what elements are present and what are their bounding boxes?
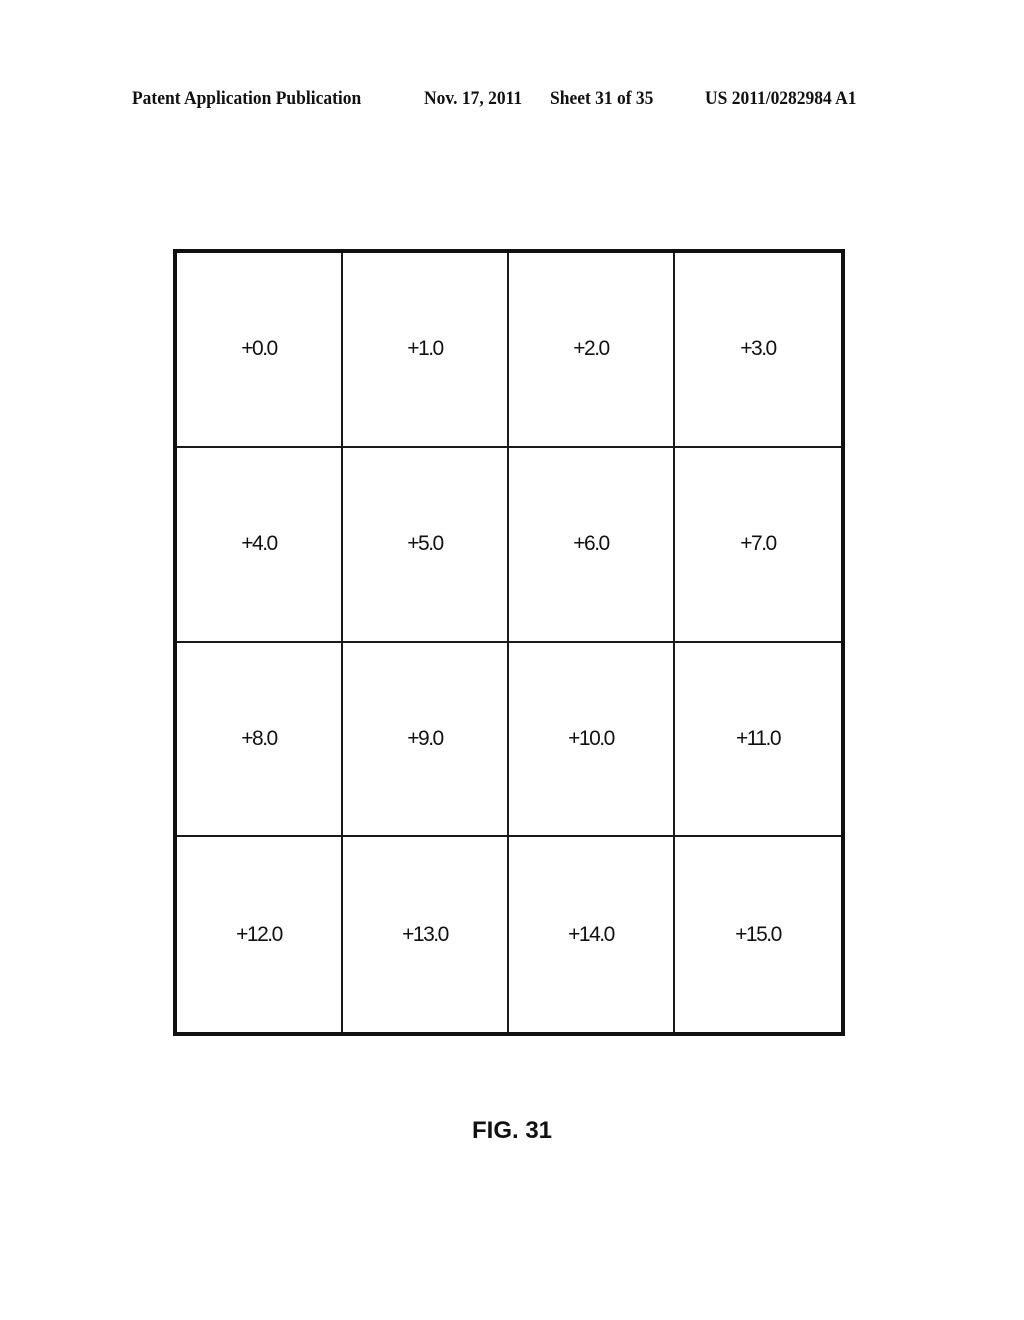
page-header: Patent Application Publication Nov. 17, … bbox=[0, 88, 1024, 114]
grid-cell: +0.0 bbox=[177, 253, 343, 448]
grid-cell: +1.0 bbox=[343, 253, 509, 448]
patent-number: US 2011/0282984 A1 bbox=[705, 88, 857, 109]
grid-cell: +9.0 bbox=[343, 642, 509, 838]
offset-grid: +0.0 +1.0 +2.0 +3.0 +4.0 +5.0 +6.0 +7.0 … bbox=[173, 249, 845, 1036]
grid-cell: +12.0 bbox=[177, 837, 343, 1032]
publication-label: Patent Application Publication bbox=[132, 88, 362, 109]
grid-cell: +2.0 bbox=[509, 253, 675, 448]
sheet-number: Sheet 31 of 35 bbox=[550, 88, 654, 109]
grid-cell: +6.0 bbox=[509, 447, 675, 643]
figure-caption: FIG. 31 bbox=[471, 1117, 553, 1144]
grid-cell: +14.0 bbox=[509, 837, 675, 1032]
grid-cell: +3.0 bbox=[675, 253, 841, 448]
grid-cell: +5.0 bbox=[343, 447, 509, 643]
grid-cell: +4.0 bbox=[177, 447, 343, 643]
publication-date: Nov. 17, 2011 bbox=[424, 88, 523, 109]
grid-cell: +10.0 bbox=[509, 642, 675, 838]
grid-cell: +8.0 bbox=[177, 642, 343, 838]
grid-cell: +15.0 bbox=[735, 922, 782, 946]
grid-cell: +13.0 bbox=[343, 837, 509, 1032]
grid-cell: +11.0 bbox=[675, 643, 841, 838]
grid-cell: +7.0 bbox=[675, 448, 841, 643]
